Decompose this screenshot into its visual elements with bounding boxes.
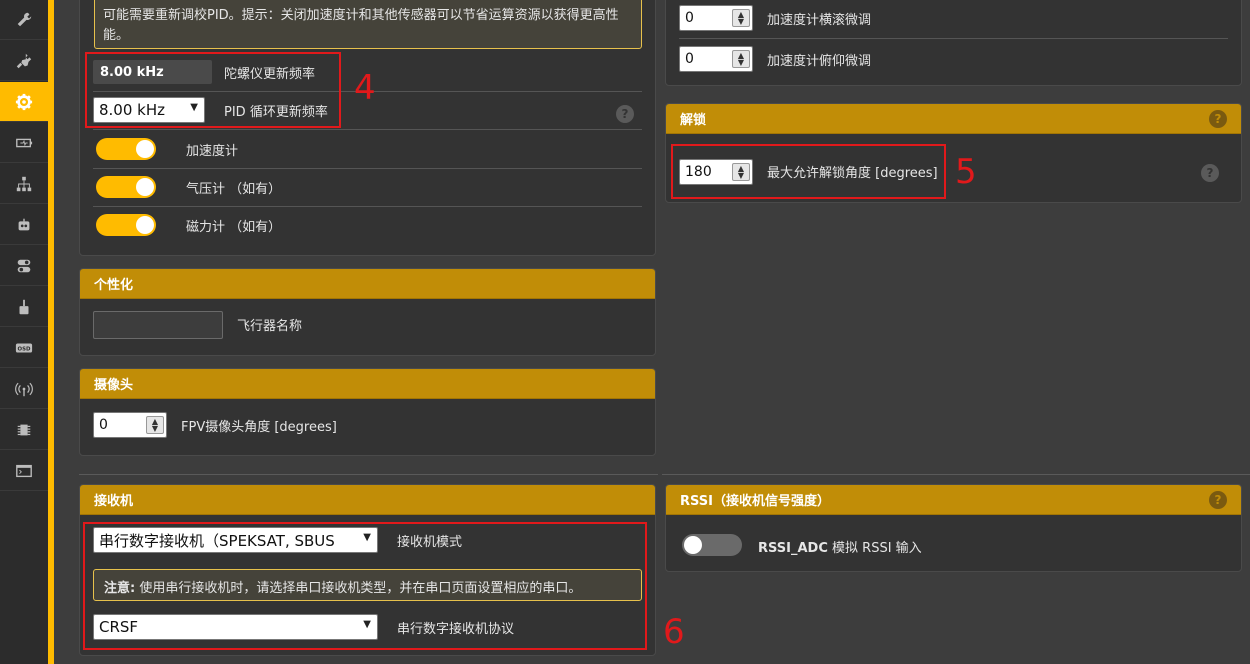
spinner-icon[interactable]: ▲ ▼ xyxy=(732,9,750,27)
nav-ports[interactable] xyxy=(0,41,48,81)
divider xyxy=(93,129,642,130)
camera-title: 摄像头 xyxy=(94,378,134,393)
arming-header: 解锁 ? xyxy=(666,104,1241,134)
divider xyxy=(93,206,642,207)
nav-led-strip[interactable] xyxy=(0,410,48,450)
annotation-6: 6 xyxy=(663,612,685,652)
magnetometer-toggle[interactable] xyxy=(96,214,156,236)
camera-angle-value: 0 xyxy=(99,417,108,433)
nav-cli[interactable] xyxy=(0,451,48,491)
section-divider xyxy=(79,474,658,475)
accel-pitch-trim-input[interactable]: 0 ▲ ▼ xyxy=(679,46,753,72)
toggle-knob xyxy=(136,216,154,234)
osd-icon: OSD xyxy=(15,343,33,352)
rssi-adc-text: 模拟 RSSI 输入 xyxy=(827,541,922,556)
nav-setup[interactable] xyxy=(0,0,48,40)
camera-angle-input[interactable]: 0 ▲ ▼ xyxy=(93,412,167,438)
plug-icon xyxy=(16,53,32,68)
personalization-header: 个性化 xyxy=(80,269,655,299)
magnetometer-label: 磁力计 （如有） xyxy=(186,220,282,235)
receiver-title: 接收机 xyxy=(94,494,134,509)
camera-angle-label: FPV摄像头角度 [degrees] xyxy=(181,420,337,435)
barometer-label: 气压计 （如有） xyxy=(186,182,282,197)
wrench-icon xyxy=(17,12,32,26)
robot-icon xyxy=(18,218,30,230)
nav-configuration[interactable] xyxy=(0,82,48,122)
nav-vtx[interactable] xyxy=(0,369,48,409)
accel-pitch-trim-value: 0 xyxy=(685,51,694,67)
rssi-header: RSSI（接收机信号强度） ? xyxy=(666,485,1241,515)
rssi-help-icon[interactable]: ? xyxy=(1209,490,1227,509)
annotation-4: 4 xyxy=(354,68,376,108)
annotation-5: 5 xyxy=(955,152,977,192)
sidebar-accent-strip xyxy=(48,0,54,664)
gear-icon xyxy=(15,93,33,110)
section-divider xyxy=(662,474,1250,475)
accelerometer-toggle[interactable] xyxy=(96,138,156,160)
nav-motors[interactable] xyxy=(0,287,48,327)
spinner-icon[interactable]: ▲ ▼ xyxy=(732,50,750,68)
system-config-panel: 可能需要重新调校PID。提示：关闭加速度计和其他传感器可以节省运算资源以获得更高… xyxy=(79,0,656,256)
pid-warning-note: 可能需要重新调校PID。提示：关闭加速度计和其他传感器可以节省运算资源以获得更高… xyxy=(94,0,642,49)
sidebar: OSD xyxy=(0,0,54,664)
spinner-icon[interactable]: ▲ ▼ xyxy=(146,416,164,434)
craft-name-input[interactable] xyxy=(93,311,223,339)
arming-title: 解锁 xyxy=(680,113,707,128)
rssi-adc-label: RSSI_ADC 模拟 RSSI 输入 xyxy=(758,537,922,556)
rssi-title: RSSI（接收机信号强度） xyxy=(680,494,830,509)
craft-name-label: 飞行器名称 xyxy=(237,319,303,334)
highlight-box-6 xyxy=(83,522,647,650)
osd-icon-text: OSD xyxy=(18,346,31,352)
accel-roll-trim-value: 0 xyxy=(685,10,694,26)
nav-pid-tuning[interactable] xyxy=(0,205,48,245)
nav-failsafe[interactable] xyxy=(0,164,48,204)
max-arm-angle-help-icon[interactable]: ? xyxy=(1201,164,1219,182)
divider xyxy=(93,168,642,169)
nav-osd[interactable]: OSD xyxy=(0,328,48,368)
barometer-toggle[interactable] xyxy=(96,176,156,198)
accel-roll-trim-input[interactable]: 0 ▲ ▼ xyxy=(679,5,753,31)
hierarchy-icon xyxy=(16,176,32,191)
highlight-box-5 xyxy=(671,144,946,199)
antenna-icon xyxy=(15,382,33,396)
terminal-icon xyxy=(16,464,32,477)
accel-roll-trim-label: 加速度计横滚微调 xyxy=(767,13,872,28)
receiver-header: 接收机 xyxy=(80,485,655,515)
rssi-adc-bold: RSSI_ADC xyxy=(758,541,828,556)
motor-icon xyxy=(19,299,29,314)
divider xyxy=(679,38,1228,39)
toggle-knob xyxy=(136,178,154,196)
pid-warning-text: 可能需要重新调校PID。提示：关闭加速度计和其他传感器可以节省运算资源以获得更高… xyxy=(103,8,619,43)
chip-icon xyxy=(17,424,31,435)
highlight-box-4 xyxy=(85,52,341,128)
nav-power[interactable] xyxy=(0,123,48,163)
nav-receiver[interactable] xyxy=(0,246,48,286)
rssi-adc-toggle[interactable] xyxy=(682,534,742,556)
rssi-panel: RSSI（接收机信号强度） ? xyxy=(665,484,1242,572)
pid-rate-help-icon[interactable]: ? xyxy=(616,105,634,123)
accelerometer-label: 加速度计 xyxy=(186,144,239,159)
toggles-icon xyxy=(17,259,31,272)
arming-help-icon[interactable]: ? xyxy=(1209,109,1227,128)
toggle-knob xyxy=(684,536,702,554)
personalization-title: 个性化 xyxy=(94,278,134,293)
camera-header: 摄像头 xyxy=(80,369,655,399)
accel-pitch-trim-label: 加速度计俯仰微调 xyxy=(767,54,872,69)
toggle-knob xyxy=(136,140,154,158)
battery-icon xyxy=(16,138,33,147)
